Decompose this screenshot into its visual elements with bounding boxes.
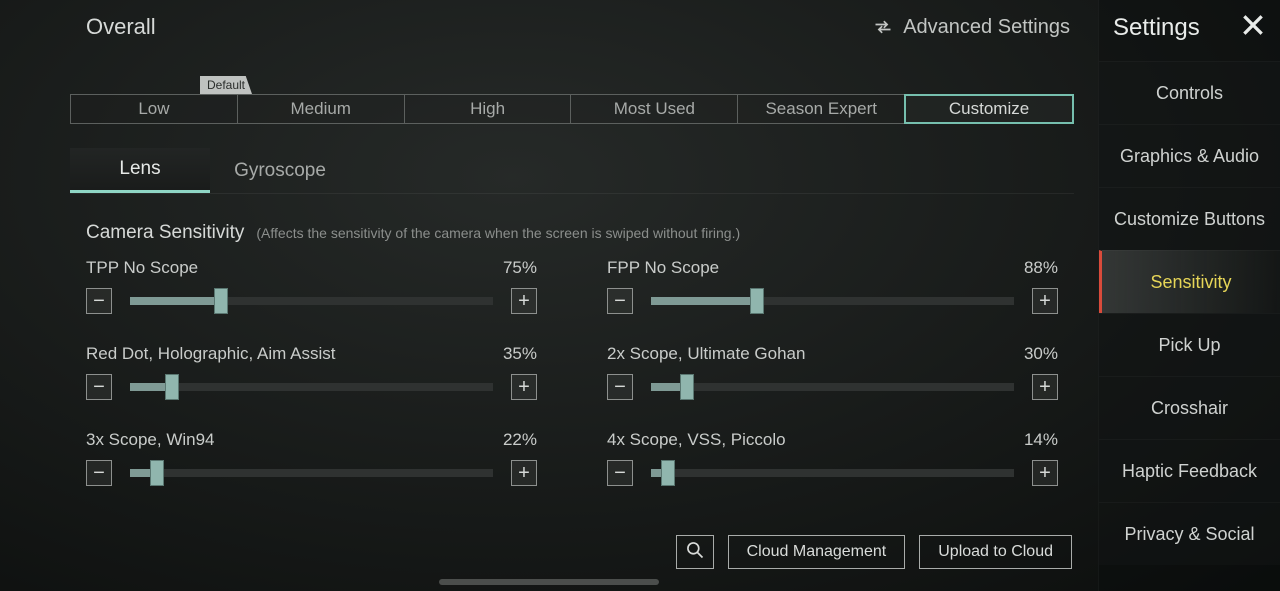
slider-thumb[interactable] bbox=[214, 288, 228, 314]
decrement-button[interactable]: − bbox=[607, 460, 633, 486]
advanced-settings-button[interactable]: Advanced Settings bbox=[873, 16, 1070, 39]
slider-thumb[interactable] bbox=[680, 374, 694, 400]
slider-value: 35% bbox=[503, 344, 537, 364]
slider-value: 88% bbox=[1024, 258, 1058, 278]
slider-label: Red Dot, Holographic, Aim Assist bbox=[86, 344, 335, 364]
preset-tab-low[interactable]: Low bbox=[71, 95, 238, 123]
swap-icon bbox=[873, 17, 893, 37]
preset-tab-high[interactable]: High bbox=[405, 95, 572, 123]
sub-tab-gyroscope[interactable]: Gyroscope bbox=[210, 148, 350, 193]
slider-block: TPP No Scope 75% − + bbox=[86, 258, 537, 314]
increment-button[interactable]: + bbox=[511, 460, 537, 486]
slider-label: TPP No Scope bbox=[86, 258, 198, 278]
upload-to-cloud-button[interactable]: Upload to Cloud bbox=[919, 535, 1072, 569]
slider-track[interactable] bbox=[130, 297, 493, 305]
cloud-management-button[interactable]: Cloud Management bbox=[728, 535, 906, 569]
search-icon bbox=[685, 540, 705, 565]
slider-thumb[interactable] bbox=[165, 374, 179, 400]
increment-button[interactable]: + bbox=[511, 288, 537, 314]
close-button[interactable] bbox=[1240, 12, 1266, 43]
default-tag: Default bbox=[200, 76, 252, 94]
close-icon bbox=[1240, 25, 1266, 42]
sidebar-item-haptic-feedback[interactable]: Haptic Feedback bbox=[1099, 439, 1280, 502]
settings-menu: ControlsGraphics & AudioCustomize Button… bbox=[1099, 61, 1280, 565]
slider-track[interactable] bbox=[651, 469, 1014, 477]
slider-value: 75% bbox=[503, 258, 537, 278]
slider-label: 4x Scope, VSS, Piccolo bbox=[607, 430, 786, 450]
sidebar-item-graphics-audio[interactable]: Graphics & Audio bbox=[1099, 124, 1280, 187]
sub-tabs: LensGyroscope bbox=[70, 148, 1074, 194]
slider-track[interactable] bbox=[130, 469, 493, 477]
slider-block: 4x Scope, VSS, Piccolo 14% − + bbox=[607, 430, 1058, 486]
sliders-grid: TPP No Scope75%−+FPP No Scope88%−+Red Do… bbox=[70, 258, 1074, 486]
preset-tabs: Default LowMediumHighMost UsedSeason Exp… bbox=[70, 94, 1074, 124]
increment-button[interactable]: + bbox=[1032, 460, 1058, 486]
slider-value: 14% bbox=[1024, 430, 1058, 450]
decrement-button[interactable]: − bbox=[86, 460, 112, 486]
slider-track[interactable] bbox=[651, 383, 1014, 391]
sidebar-item-pick-up[interactable]: Pick Up bbox=[1099, 313, 1280, 376]
increment-button[interactable]: + bbox=[511, 374, 537, 400]
slider-label: FPP No Scope bbox=[607, 258, 719, 278]
increment-button[interactable]: + bbox=[1032, 288, 1058, 314]
slider-track[interactable] bbox=[130, 383, 493, 391]
slider-value: 22% bbox=[503, 430, 537, 450]
decrement-button[interactable]: − bbox=[607, 288, 633, 314]
sidebar-item-sensitivity[interactable]: Sensitivity bbox=[1099, 250, 1280, 313]
slider-block: 3x Scope, Win94 22% − + bbox=[86, 430, 537, 486]
slider-thumb[interactable] bbox=[150, 460, 164, 486]
search-button[interactable] bbox=[676, 535, 714, 569]
slider-thumb[interactable] bbox=[750, 288, 764, 314]
decrement-button[interactable]: − bbox=[607, 374, 633, 400]
advanced-settings-label: Advanced Settings bbox=[903, 16, 1070, 39]
sidebar-item-customize-buttons[interactable]: Customize Buttons bbox=[1099, 187, 1280, 250]
section-title: Camera Sensitivity bbox=[86, 222, 244, 244]
preset-tab-season-expert[interactable]: Season Expert bbox=[738, 95, 905, 123]
sidebar-item-privacy-social[interactable]: Privacy & Social bbox=[1099, 502, 1280, 565]
sub-tab-lens[interactable]: Lens bbox=[70, 148, 210, 193]
increment-button[interactable]: + bbox=[1032, 374, 1058, 400]
decrement-button[interactable]: − bbox=[86, 374, 112, 400]
preset-tab-customize[interactable]: Customize bbox=[904, 94, 1074, 124]
decrement-button[interactable]: − bbox=[86, 288, 112, 314]
sidebar-item-controls[interactable]: Controls bbox=[1099, 61, 1280, 124]
settings-title: Settings bbox=[1113, 14, 1200, 42]
preset-tab-most-used[interactable]: Most Used bbox=[571, 95, 738, 123]
section-note: (Affects the sensitivity of the camera w… bbox=[256, 225, 740, 241]
preset-tab-medium[interactable]: Medium bbox=[238, 95, 405, 123]
scroll-indicator[interactable] bbox=[439, 579, 659, 585]
slider-label: 3x Scope, Win94 bbox=[86, 430, 215, 450]
slider-value: 30% bbox=[1024, 344, 1058, 364]
slider-block: 2x Scope, Ultimate Gohan 30% − + bbox=[607, 344, 1058, 400]
slider-block: Red Dot, Holographic, Aim Assist 35% − + bbox=[86, 344, 537, 400]
slider-block: FPP No Scope 88% − + bbox=[607, 258, 1058, 314]
page-title: Overall bbox=[86, 14, 156, 40]
slider-thumb[interactable] bbox=[661, 460, 675, 486]
slider-track[interactable] bbox=[651, 297, 1014, 305]
sidebar-item-crosshair[interactable]: Crosshair bbox=[1099, 376, 1280, 439]
slider-label: 2x Scope, Ultimate Gohan bbox=[607, 344, 805, 364]
